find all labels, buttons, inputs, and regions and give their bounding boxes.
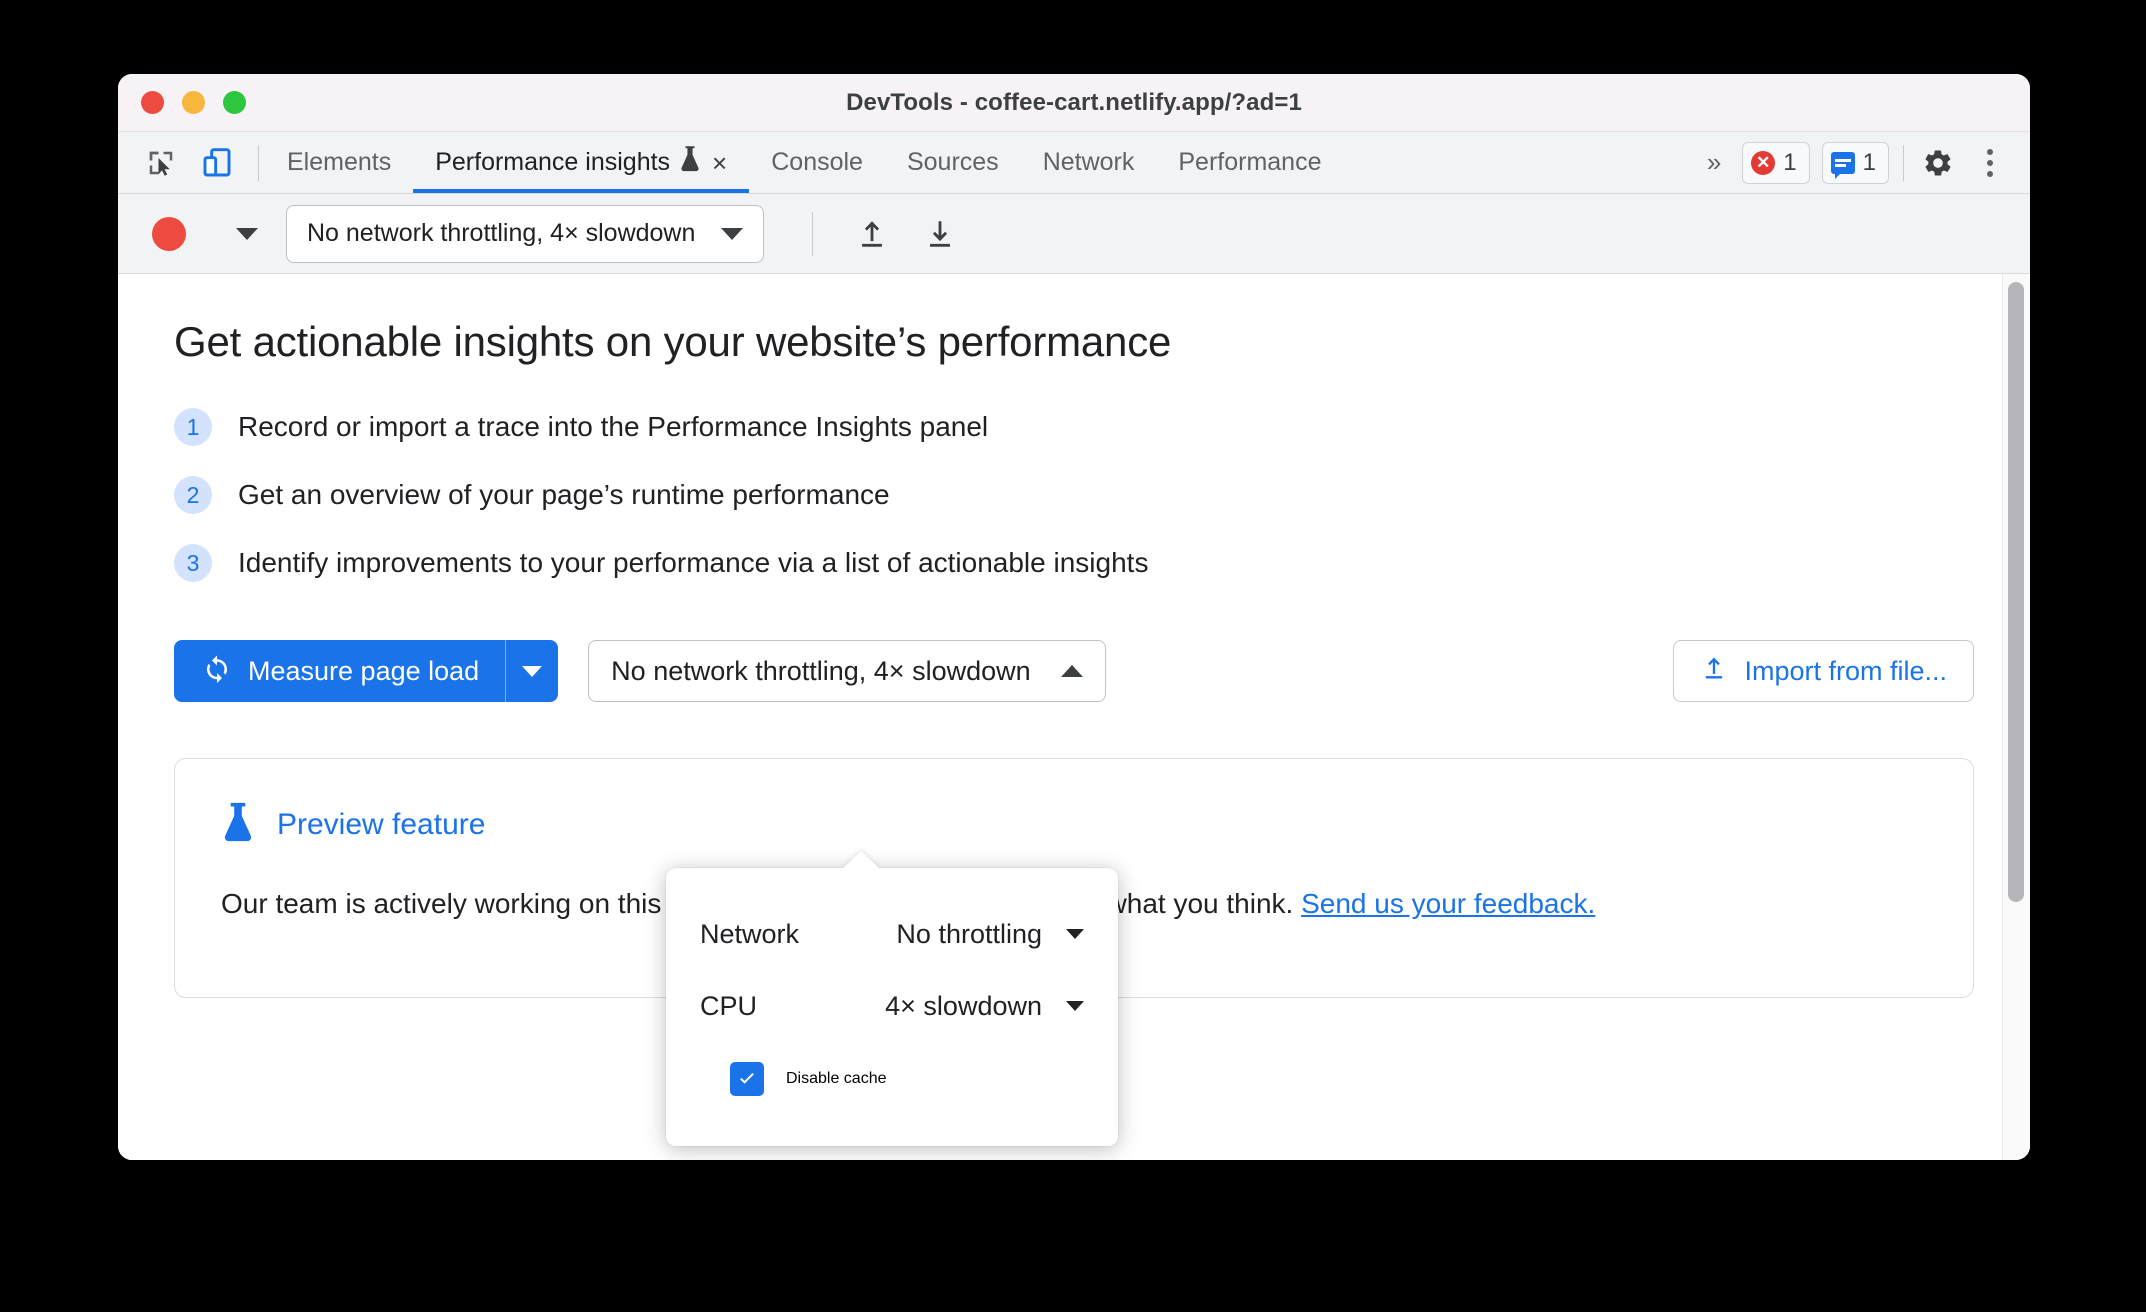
tabbar-right-controls: » ✕ 1 1 xyxy=(1691,132,2030,193)
message-icon xyxy=(1830,151,1855,179)
toolbar-divider xyxy=(812,211,814,256)
send-feedback-link[interactable]: Send us your feedback. xyxy=(1301,888,1595,919)
network-value: No throttling xyxy=(896,918,1042,949)
list-item: 3 Identify improvements to your performa… xyxy=(174,544,1974,582)
popup-row-network[interactable]: Network No throttling xyxy=(700,898,1084,970)
chevron-down-icon xyxy=(721,227,744,240)
tab-network[interactable]: Network xyxy=(1021,132,1157,193)
list-item: 1 Record or import a trace into the Perf… xyxy=(174,408,1974,446)
error-count-value: 1 xyxy=(1783,148,1797,176)
disable-cache-label: Disable cache xyxy=(786,1070,887,1087)
record-options-chevron-down-icon[interactable] xyxy=(236,227,258,240)
save-profile-icon[interactable] xyxy=(845,207,899,261)
step-number: 1 xyxy=(174,408,212,446)
tab-label: Network xyxy=(1042,148,1135,176)
step-text: Get an overview of your page’s runtime p… xyxy=(238,479,890,510)
chevron-up-icon xyxy=(1060,665,1083,677)
flask-icon xyxy=(679,145,701,180)
tabbar-divider xyxy=(258,144,259,181)
devtools-window: DevTools - coffee-cart.netlify.app/?ad=1 xyxy=(118,74,2030,1160)
inspect-element-icon[interactable] xyxy=(136,140,186,186)
tab-sources[interactable]: Sources xyxy=(885,132,1021,193)
landing-inner: Get actionable insights on your website’… xyxy=(118,274,2030,702)
throttling-select-main-value: No network throttling, 4× slowdown xyxy=(611,655,1031,686)
list-item: 2 Get an overview of your page’s runtime… xyxy=(174,476,1974,514)
import-from-file-label: Import from file... xyxy=(1744,655,1947,686)
step-text: Record or import a trace into the Perfor… xyxy=(238,411,989,442)
throttling-select-value: No network throttling, 4× slowdown xyxy=(307,219,696,247)
performance-toolbar: No network throttling, 4× slowdown xyxy=(118,194,2030,274)
measure-page-load-button[interactable]: Measure page load xyxy=(174,640,559,702)
tab-performance-insights[interactable]: Performance insights × xyxy=(413,132,750,193)
step-number: 2 xyxy=(174,476,212,514)
cpu-value: 4× slowdown xyxy=(885,990,1042,1021)
tab-label: Elements xyxy=(287,148,392,176)
gear-icon[interactable] xyxy=(1914,139,1962,187)
measure-page-load-label: Measure page load xyxy=(248,655,480,686)
devtools-tabbar: Elements Performance insights × Console … xyxy=(118,132,2030,194)
tab-elements[interactable]: Elements xyxy=(265,132,413,193)
page-title: Get actionable insights on your website’… xyxy=(174,318,1172,365)
refresh-icon xyxy=(202,653,232,690)
cpu-label: CPU xyxy=(700,990,758,1021)
network-label: Network xyxy=(700,918,800,949)
throttling-popup: Network No throttling CPU 4× slowdown Di… xyxy=(666,868,1118,1146)
steps-list: 1 Record or import a trace into the Perf… xyxy=(174,408,1974,582)
close-icon[interactable]: × xyxy=(712,150,727,176)
measure-page-load-main[interactable]: Measure page load xyxy=(174,640,505,702)
error-count-badge[interactable]: ✕ 1 xyxy=(1742,141,1810,184)
device-toolbar-icon[interactable] xyxy=(192,140,242,186)
tabbar-right-divider xyxy=(1903,144,1904,181)
chevron-down-icon[interactable] xyxy=(1066,929,1084,939)
disable-cache-checkbox[interactable] xyxy=(730,1062,764,1096)
flask-icon xyxy=(221,801,255,848)
tab-label: Performance insights xyxy=(435,148,671,176)
tabbar-tool-icons xyxy=(118,132,252,193)
popup-row-cpu[interactable]: CPU 4× slowdown xyxy=(700,970,1084,1042)
import-from-file-button[interactable]: Import from file... xyxy=(1673,640,1974,702)
tab-label: Performance xyxy=(1178,148,1322,176)
preview-feature-title: Preview feature xyxy=(277,807,486,841)
message-count-value: 1 xyxy=(1862,148,1876,176)
tab-label: Console xyxy=(771,148,863,176)
error-icon: ✕ xyxy=(1751,150,1776,175)
scrollbar-track[interactable] xyxy=(2002,274,2030,1160)
upload-icon xyxy=(1700,654,1728,689)
message-count-badge[interactable]: 1 xyxy=(1821,141,1889,184)
tab-performance[interactable]: Performance xyxy=(1156,132,1343,193)
throttling-select-main[interactable]: No network throttling, 4× slowdown xyxy=(588,640,1106,702)
chevron-down-icon xyxy=(522,665,543,677)
chevron-down-icon[interactable] xyxy=(1066,1001,1084,1011)
screen: DevTools - coffee-cart.netlify.app/?ad=1 xyxy=(0,0,2146,1312)
window-titlebar: DevTools - coffee-cart.netlify.app/?ad=1 xyxy=(118,74,2030,132)
measure-options-button[interactable] xyxy=(506,640,558,702)
more-options-icon[interactable] xyxy=(1966,139,2014,187)
step-text: Identify improvements to your performanc… xyxy=(238,547,1149,578)
record-button[interactable] xyxy=(152,216,186,251)
kebab-dots xyxy=(1987,148,1993,177)
preview-feature-header: Preview feature xyxy=(221,801,1927,848)
panel-tabs: Elements Performance insights × Console … xyxy=(265,132,1344,193)
throttling-select[interactable]: No network throttling, 4× slowdown xyxy=(286,204,765,263)
window-title: DevTools - coffee-cart.netlify.app/?ad=1 xyxy=(846,88,1302,116)
disable-cache-row[interactable]: Disable cache xyxy=(700,1042,1084,1116)
load-profile-icon[interactable] xyxy=(913,207,967,261)
overflow-chevron-icon[interactable]: » xyxy=(1691,147,1734,178)
tab-console[interactable]: Console xyxy=(749,132,885,193)
scrollbar-thumb[interactable] xyxy=(2008,282,2024,902)
step-number: 3 xyxy=(174,544,212,582)
action-row: Measure page load No network throttling,… xyxy=(174,640,1974,702)
tab-label: Sources xyxy=(906,148,999,176)
